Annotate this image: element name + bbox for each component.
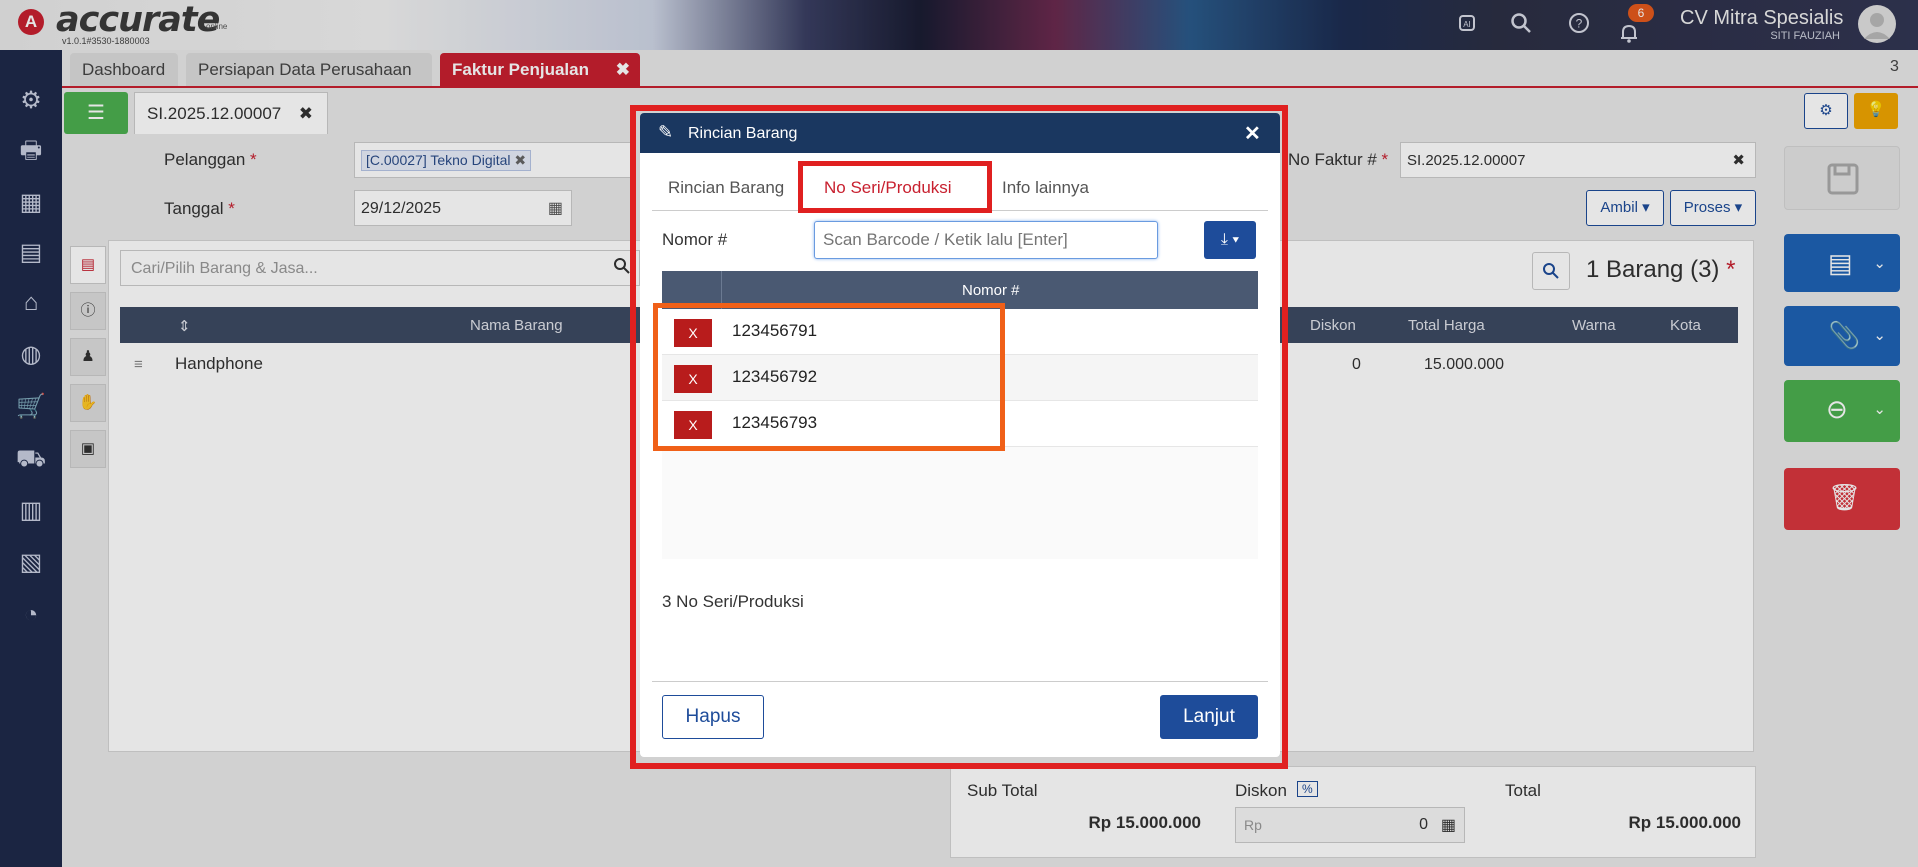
lanjut-button[interactable]: Lanjut	[1160, 695, 1258, 739]
active-tab-highlight	[798, 161, 992, 213]
nomor-input[interactable]	[814, 221, 1158, 259]
footer-divider	[652, 681, 1268, 682]
serial-count: 3 No Seri/Produksi	[662, 592, 804, 611]
download-icon: ⤓	[1220, 231, 1228, 248]
tab-rincian-barang[interactable]: Rincian Barang	[668, 165, 784, 211]
tab-info-lainnya[interactable]: Info lainnya	[1002, 165, 1089, 211]
rows-highlight	[653, 303, 1005, 451]
rincian-barang-dialog: ✎ Rincian Barang ✕ Rincian Barang No Ser…	[640, 113, 1280, 757]
nomor-label: Nomor #	[662, 230, 728, 249]
dialog-title: Rincian Barang	[688, 125, 798, 142]
chevron-down-icon: ▾	[1227, 231, 1240, 248]
dialog-header: ✎ Rincian Barang ✕	[640, 113, 1280, 153]
close-icon[interactable]: ✕	[1244, 121, 1261, 146]
hapus-button[interactable]: Hapus	[662, 695, 764, 739]
table-empty-area	[662, 447, 1258, 559]
import-button[interactable]: ⤓ ▾	[1204, 221, 1256, 259]
pencil-icon: ✎	[658, 122, 674, 142]
column-nomor[interactable]: Nomor #	[962, 282, 1020, 299]
